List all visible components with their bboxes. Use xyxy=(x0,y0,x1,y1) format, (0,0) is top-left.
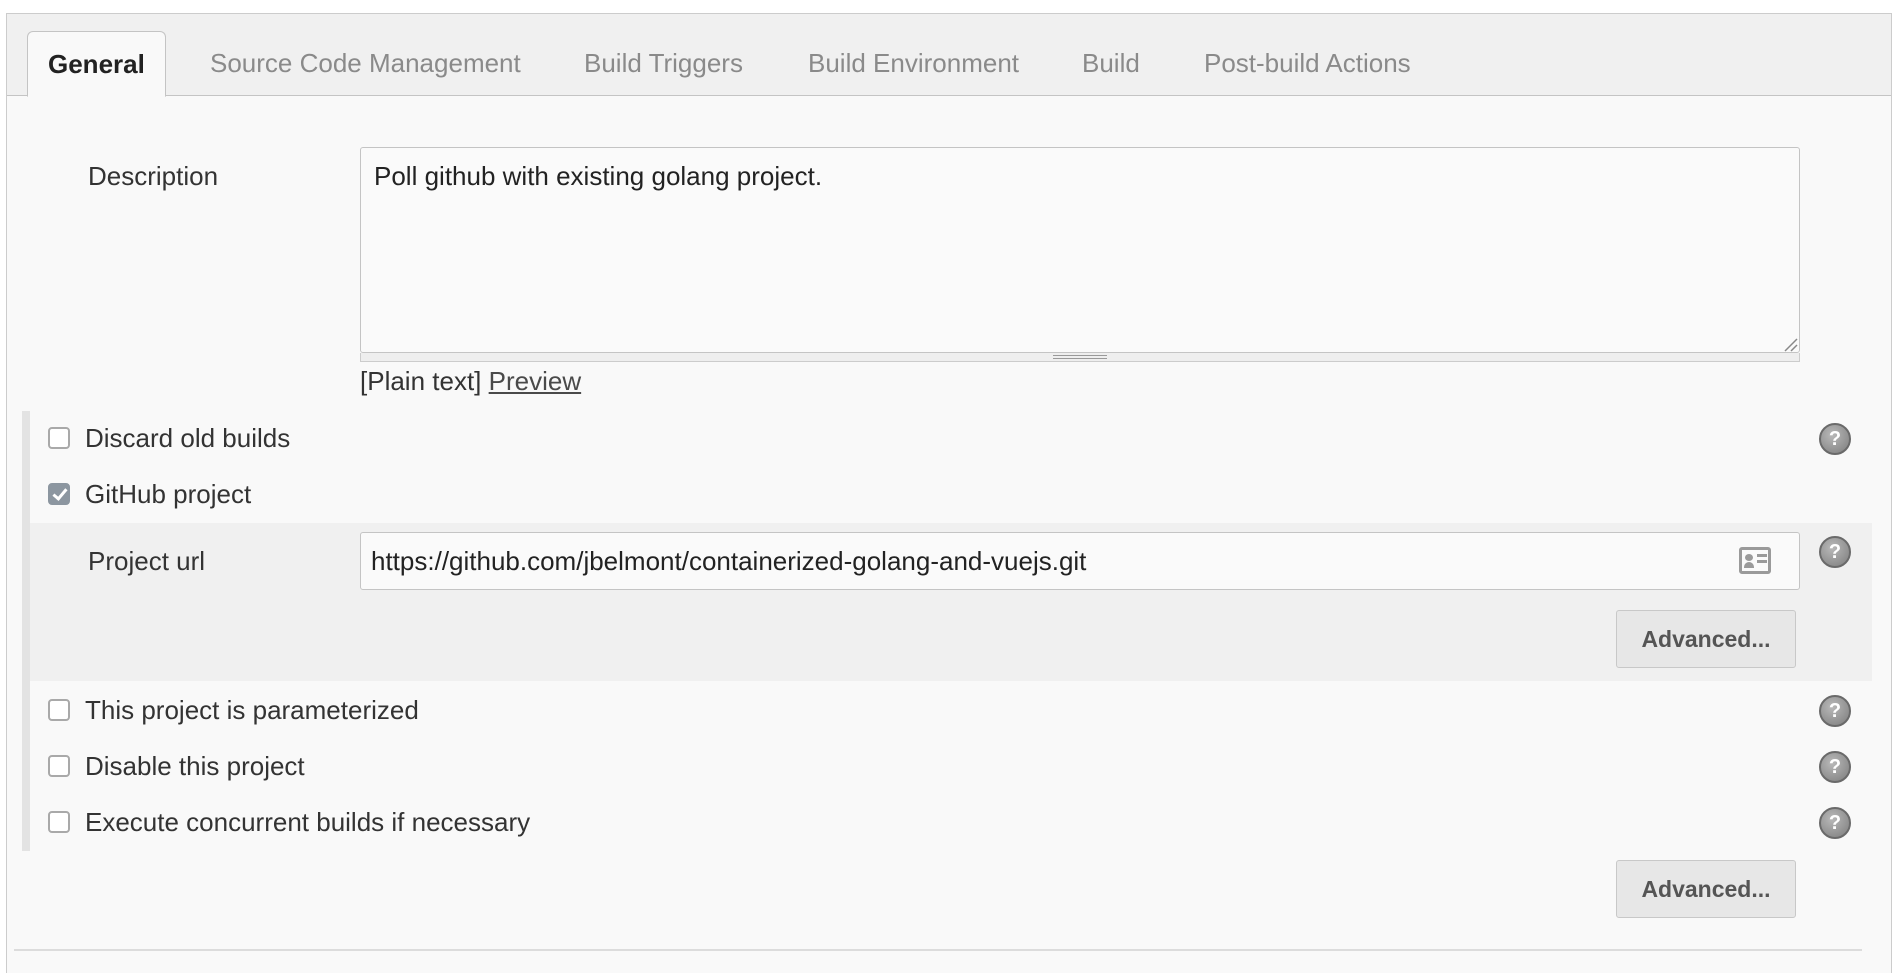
concurrent-builds-checkbox[interactable] xyxy=(48,811,70,833)
options-section-bar xyxy=(22,411,30,851)
discard-old-builds-help-icon[interactable]: ? xyxy=(1819,423,1851,455)
section-divider xyxy=(14,949,1862,951)
splitter-handle-icon xyxy=(1053,355,1107,359)
github-project-label: GitHub project xyxy=(85,479,252,509)
config-tab-bar: General Source Code Management Build Tri… xyxy=(7,14,1891,97)
github-project-checkbox[interactable] xyxy=(48,483,70,505)
disable-project-label: Disable this project xyxy=(85,751,305,781)
general-advanced-button[interactable]: Advanced... xyxy=(1616,860,1796,918)
project-url-input[interactable] xyxy=(371,533,1721,589)
parameterized-checkbox[interactable] xyxy=(48,699,70,721)
tab-build-triggers[interactable]: Build Triggers xyxy=(584,31,743,97)
preview-link[interactable]: Preview xyxy=(489,366,581,396)
disable-project-help-icon[interactable]: ? xyxy=(1819,751,1851,783)
github-advanced-button[interactable]: Advanced... xyxy=(1616,610,1796,668)
tab-build[interactable]: Build xyxy=(1082,31,1140,97)
textarea-splitter[interactable] xyxy=(360,353,1800,362)
credential-card-icon[interactable] xyxy=(1739,547,1771,574)
discard-old-builds-checkbox[interactable] xyxy=(48,427,70,449)
resize-grip-icon[interactable] xyxy=(1782,336,1798,352)
parameterized-label: This project is parameterized xyxy=(85,695,419,725)
tab-build-environment[interactable]: Build Environment xyxy=(808,31,1019,97)
description-label: Description xyxy=(88,161,219,191)
project-url-label: Project url xyxy=(88,546,206,576)
tab-post-build-actions[interactable]: Post-build Actions xyxy=(1204,31,1411,97)
parameterized-help-icon[interactable]: ? xyxy=(1819,695,1851,727)
description-format-helper: [Plain text] Preview xyxy=(360,366,581,397)
project-url-help-icon[interactable]: ? xyxy=(1819,536,1851,568)
project-url-field[interactable] xyxy=(360,532,1800,590)
tab-source-code-management[interactable]: Source Code Management xyxy=(210,31,521,97)
disable-project-checkbox[interactable] xyxy=(48,755,70,777)
discard-old-builds-label: Discard old builds xyxy=(85,423,291,453)
description-textarea[interactable] xyxy=(360,147,1800,353)
concurrent-builds-label: Execute concurrent builds if necessary xyxy=(85,807,531,837)
concurrent-builds-help-icon[interactable]: ? xyxy=(1819,807,1851,839)
tab-general[interactable]: General xyxy=(27,31,166,97)
plain-text-label: [Plain text] xyxy=(360,366,482,396)
